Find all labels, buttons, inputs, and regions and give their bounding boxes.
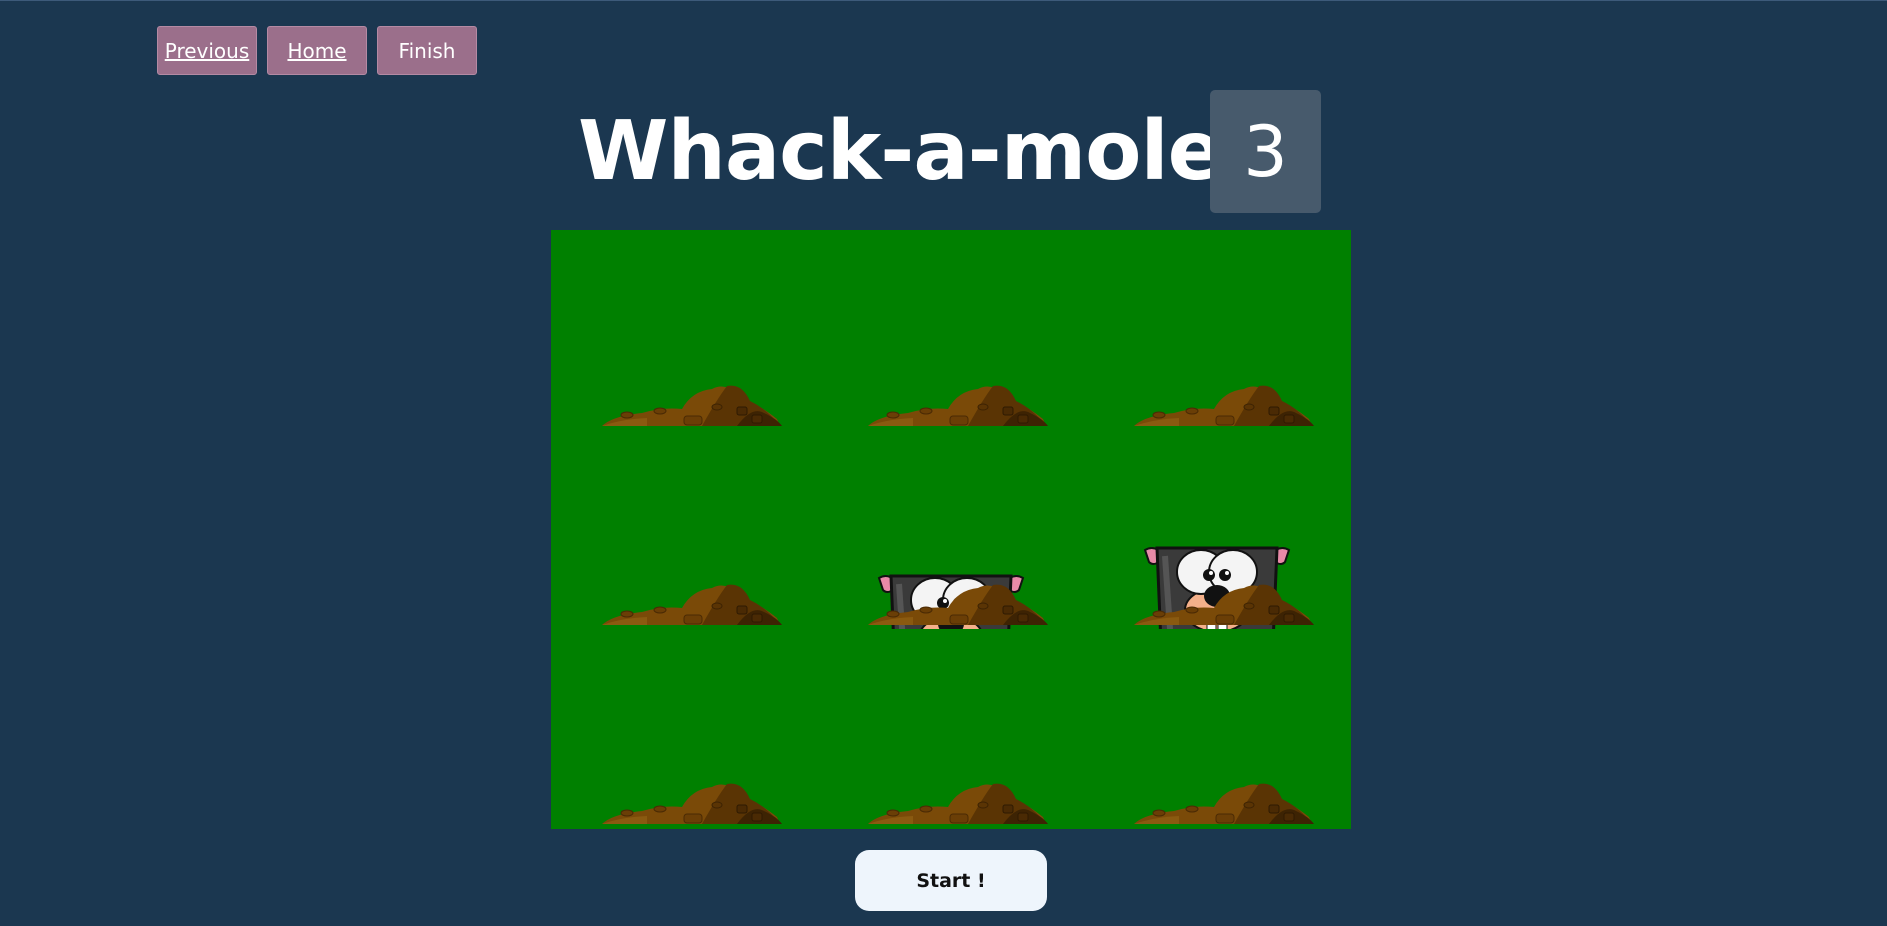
hole-graphic — [602, 584, 782, 625]
title-row: Whack-a-mole! 3 — [0, 90, 1887, 213]
dirt-mound-icon — [602, 584, 782, 625]
dirt-mound-icon — [1134, 385, 1314, 426]
mole-hole[interactable] — [1084, 231, 1350, 430]
mole-hole[interactable] — [552, 231, 818, 430]
hole-graphic — [868, 783, 1048, 824]
dirt-mound-icon — [602, 783, 782, 824]
hole-graphic — [1134, 385, 1314, 426]
hole-graphic — [602, 783, 782, 824]
start-button[interactable]: Start ! — [855, 850, 1047, 911]
game-title: Whack-a-mole! — [578, 104, 1260, 199]
hole-graphic — [1134, 546, 1314, 629]
mole-hole[interactable] — [1084, 430, 1350, 629]
dirt-mound-icon — [868, 385, 1048, 426]
nav-bar: Previous Home Finish — [157, 26, 477, 75]
mole-hole[interactable] — [818, 629, 1084, 828]
dirt-mound-icon — [602, 385, 782, 426]
home-button[interactable]: Home — [267, 26, 367, 75]
mole-hole[interactable] — [1084, 629, 1350, 828]
previous-button[interactable]: Previous — [157, 26, 257, 75]
hole-graphic — [602, 385, 782, 426]
hole-graphic — [868, 385, 1048, 426]
dirt-mound-icon — [1134, 783, 1314, 824]
score-counter: 3 — [1210, 90, 1321, 213]
dirt-mound-icon — [868, 783, 1048, 824]
game-board — [551, 230, 1351, 829]
mole-hole[interactable] — [552, 430, 818, 629]
mole-hole[interactable] — [552, 629, 818, 828]
top-border — [0, 0, 1887, 1]
mole-hole[interactable] — [818, 430, 1084, 629]
finish-button[interactable]: Finish — [377, 26, 477, 75]
mole-hole[interactable] — [818, 231, 1084, 430]
hole-graphic — [1134, 783, 1314, 824]
hole-graphic — [868, 574, 1048, 629]
